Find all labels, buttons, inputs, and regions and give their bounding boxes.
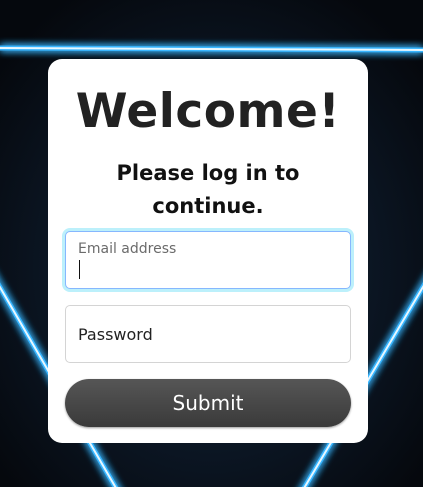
- welcome-title: Welcome!: [75, 84, 341, 139]
- submit-button[interactable]: Submit: [65, 379, 351, 427]
- email-field[interactable]: Email address: [65, 231, 351, 289]
- login-card: Welcome! Please log in to continue. Emai…: [48, 59, 368, 443]
- password-field[interactable]: [65, 305, 351, 363]
- login-subtitle: Please log in to continue.: [116, 161, 300, 218]
- email-input[interactable]: [66, 232, 350, 288]
- password-input[interactable]: [66, 306, 350, 362]
